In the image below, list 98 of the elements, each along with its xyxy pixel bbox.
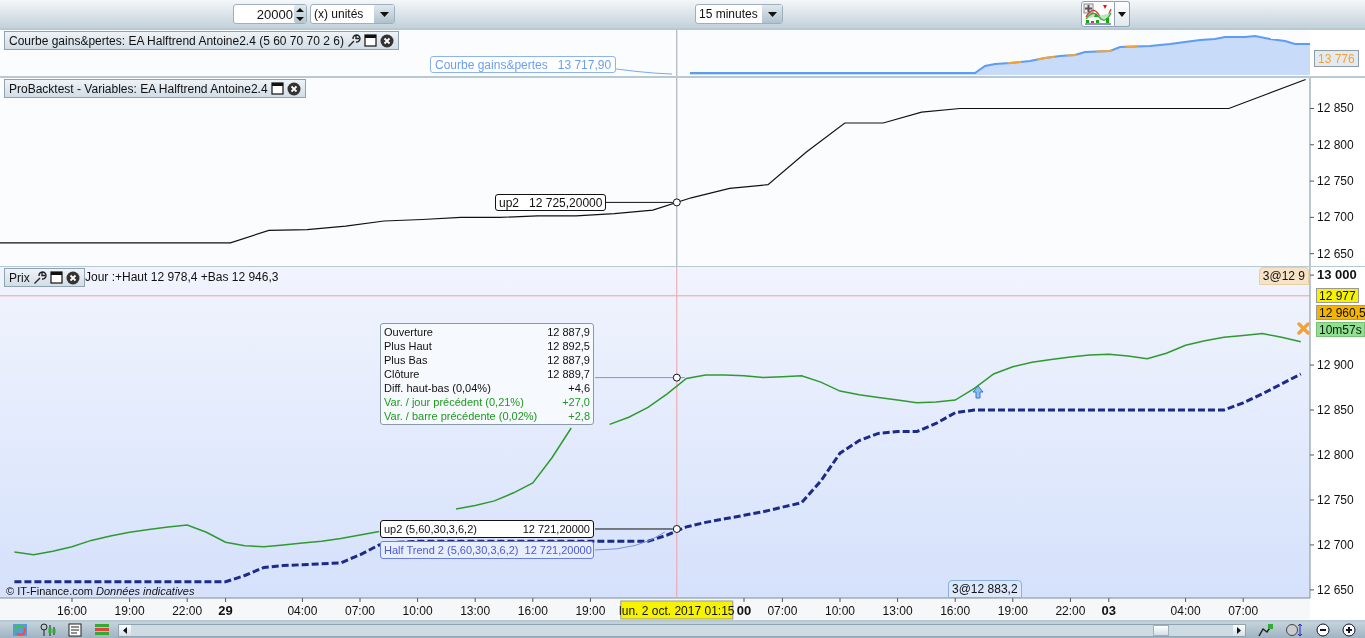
zoom-out-icon[interactable] (1316, 623, 1330, 637)
ohlc-value: +4,6 (567, 381, 590, 395)
axis-label: 12 850 (1317, 101, 1354, 116)
crosshair-marker (672, 525, 681, 533)
axis-label: 12 900 (1317, 358, 1354, 373)
axis-label: 10:00 (825, 604, 855, 618)
tooltip-label: Courbe gains&pertes (435, 57, 548, 72)
axis-label: 12 700 (1317, 210, 1354, 225)
scrollbar-thumb[interactable] (1153, 624, 1169, 636)
axis-label: 16:00 (940, 604, 971, 618)
price-tag: 12 960,5 (1316, 305, 1365, 320)
price-tag: 12 977 (1316, 288, 1359, 303)
axis-label: 07:00 (345, 604, 375, 618)
axis-label: 19:00 (997, 604, 1028, 618)
indicator-value: 12 721,20000 (524, 544, 592, 556)
axis-label: 13 000 (1317, 267, 1357, 283)
ohlc-label: Diff. haut-bas (0,04%) (384, 381, 492, 395)
caret-icon (379, 11, 389, 17)
axis-label: 13:00 (460, 604, 491, 618)
ohlc-label: Plus Haut (384, 339, 433, 353)
scroll-right-button[interactable] (1233, 624, 1245, 636)
zoom-in-icon[interactable] (1342, 623, 1356, 637)
crosshair-marker (672, 373, 681, 382)
axis-label: 16:00 (57, 604, 87, 618)
axis-label: 04:00 (1170, 604, 1201, 618)
up-arrow-icon (972, 385, 984, 399)
scroll-left-button[interactable] (119, 624, 131, 636)
candlestick-icon[interactable] (40, 623, 56, 637)
close-icon[interactable] (286, 81, 301, 96)
caret-icon (1118, 11, 1126, 17)
ohlc-value: 12 892,5 (547, 339, 590, 353)
indicator-name: up2 (5,60,30,3,6,2) (384, 523, 477, 535)
window-icon[interactable] (363, 34, 377, 47)
list-icon[interactable] (68, 623, 82, 637)
variable-value: 12 725,20000 (529, 195, 603, 210)
ohlc-label: Var. / barre précédente (0,02%) (384, 409, 539, 423)
day-range-text: Jour :+Haut 12 978,4 +Bas 12 946,3 (85, 270, 279, 284)
axis-label: 13:00 (882, 604, 913, 618)
ohlc-value: 12 887,9 (547, 325, 590, 339)
axis-label: 12 750 (1317, 492, 1354, 507)
close-icon[interactable] (65, 270, 80, 285)
wrench-icon[interactable] (346, 33, 361, 48)
axis-label: 12 800 (1317, 137, 1354, 152)
left-arrow-icon (123, 626, 127, 634)
indicators-button[interactable] (1081, 1, 1115, 27)
axis-label: 04:00 (287, 604, 318, 618)
ohlc-value: 12 887,9 (547, 353, 590, 367)
right-arrow-icon (1237, 626, 1241, 634)
axis-label: 22:00 (1055, 604, 1086, 618)
chart-icon[interactable] (1258, 623, 1274, 637)
ohlc-value: 12 889,7 (547, 367, 590, 381)
order-label: 3@12 9 (1258, 267, 1309, 285)
ohlc-label: Var. / jour précédent (0,21%) (384, 395, 525, 409)
quantity-field[interactable]: 20000 (233, 4, 307, 24)
variable-name: up2 (499, 195, 520, 210)
ohlc-label: Plus Bas (384, 353, 429, 367)
axis-label: 03 (1101, 603, 1117, 618)
indicator-value: 12 721,20000 (522, 523, 590, 535)
unit-dropdown[interactable]: (x) unités (310, 4, 395, 24)
axis-label: 12 650 (1317, 582, 1354, 597)
caret-icon (767, 11, 777, 17)
price-tag: 10m57s (1316, 322, 1365, 337)
axis-label: 19:00 (575, 604, 606, 618)
panel-title: Prix (9, 270, 30, 285)
panel-title: Courbe gains&pertes: EA Halftrend Antoine2.4 (5 60 70 70 2 6) (9, 33, 344, 48)
axis-label: 19:00 (114, 604, 145, 618)
indicator-name: Half Trend 2 (5,60,30,3,6,2) (384, 544, 519, 556)
axis-label: 12 750 (1317, 174, 1354, 189)
order-label: 3@12 883,2 (948, 580, 1022, 598)
timeframe-dropdown[interactable]: 15 minutes (695, 4, 783, 24)
axis-label: 00 (736, 603, 752, 618)
axis-label: 12 800 (1317, 448, 1354, 462)
tooltip-value: 13 717,90 (557, 57, 612, 72)
close-icon[interactable] (379, 33, 394, 48)
axis-label: 12 850 (1317, 403, 1354, 417)
crosshair-marker (672, 198, 681, 207)
axis-label: 07:00 (767, 604, 798, 618)
axis-label: 12 650 (1317, 246, 1354, 261)
ohlc-label: Clôture (384, 367, 421, 381)
table-icon[interactable] (94, 623, 110, 637)
window-icon[interactable] (49, 271, 63, 284)
spinner-buttons[interactable] (294, 5, 306, 23)
axis-label: 22:00 (172, 604, 203, 618)
axis-label: 16:00 (517, 604, 548, 618)
wrench-icon[interactable] (32, 270, 47, 285)
copyright-text: © IT-Finance.com Données indicatives (6, 585, 195, 597)
dropdown-button[interactable] (1115, 1, 1130, 27)
axis-label: 07:00 (1228, 604, 1259, 618)
ohlc-label: Ouverture (384, 325, 434, 339)
axis-label: 10:00 (402, 604, 433, 618)
ball-icon[interactable] (1286, 623, 1304, 637)
last-value-label: 13 776 (1314, 50, 1359, 67)
window-icon[interactable] (270, 82, 284, 95)
ohlc-value: +27,0 (561, 395, 590, 409)
axis-label: 29 (218, 603, 233, 618)
panel-title: ProBacktest - Variables: EA Halftrend Antoine2.4 (9, 81, 268, 96)
axis-label: 12 700 (1317, 537, 1354, 552)
ohlc-value: +2,8 (567, 409, 590, 423)
